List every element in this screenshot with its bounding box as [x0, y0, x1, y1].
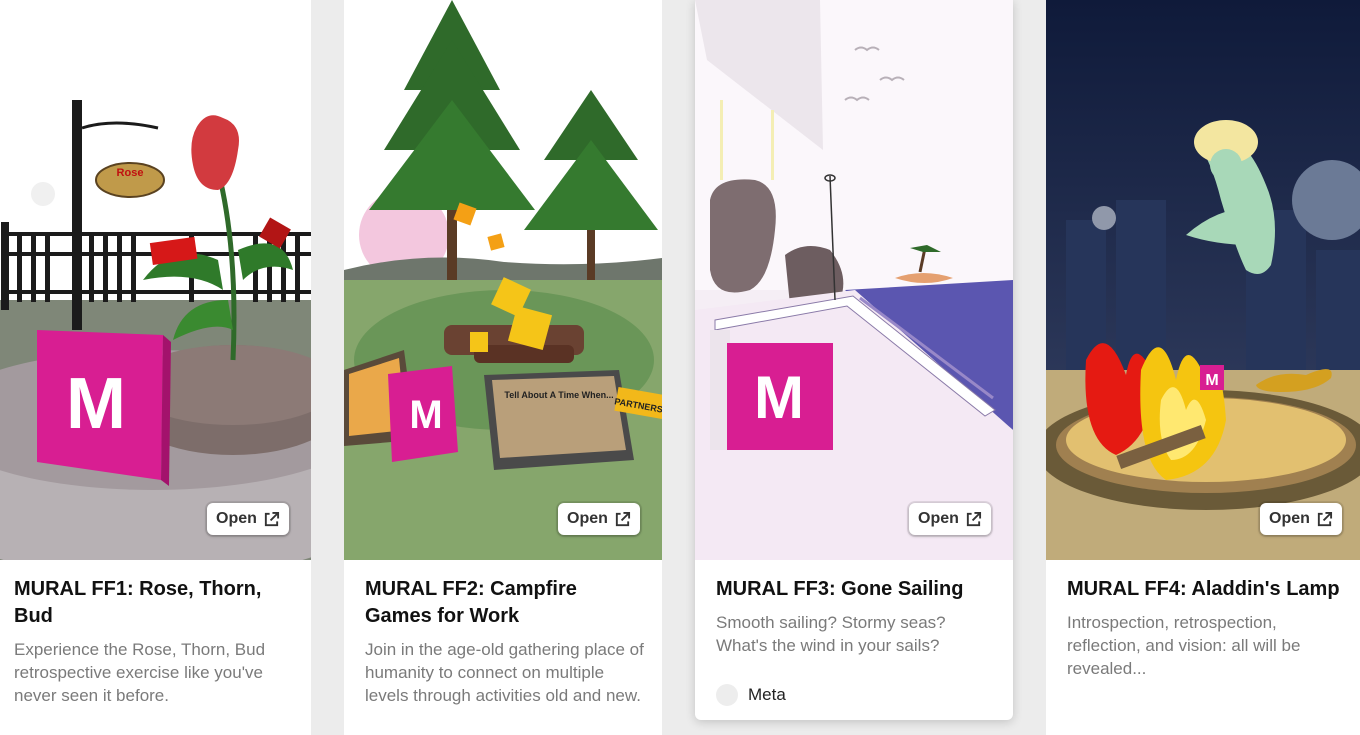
card-title[interactable]: MURAL FF2: Campfire Games for Work: [365, 576, 645, 630]
external-link-icon: [966, 511, 981, 526]
experience-card-2[interactable]: Tell About A Time When... PARTNERSH M Op…: [344, 0, 662, 735]
open-button-label: Open: [1269, 510, 1310, 527]
experience-card-3[interactable]: M Open MURAL FF3: Gone Sailing Smooth sa…: [695, 0, 1013, 720]
open-button[interactable]: Open: [909, 503, 991, 535]
mural-logo-icon: M: [1205, 372, 1218, 389]
external-link-icon: [264, 511, 279, 526]
plaque-text: Tell About A Time When...: [504, 390, 613, 400]
open-button-label: Open: [216, 510, 257, 527]
open-button[interactable]: Open: [558, 503, 640, 535]
card-thumbnail: M: [695, 0, 1013, 560]
card-title[interactable]: MURAL FF3: Gone Sailing: [716, 576, 996, 603]
mural-logo-icon: M: [754, 364, 804, 431]
external-link-icon: [615, 511, 630, 526]
card-description: Experience the Rose, Thorn, Bud retrospe…: [14, 640, 266, 705]
card-author: Meta: [716, 684, 786, 706]
open-button[interactable]: Open: [207, 503, 289, 535]
card-thumbnail: Tell About A Time When... PARTNERSH M: [344, 0, 662, 560]
external-link-icon: [1317, 511, 1332, 526]
card-title[interactable]: MURAL FF4: Aladdin's Lamp: [1067, 576, 1347, 603]
mural-logo-icon: M: [66, 364, 126, 444]
card-thumbnail: M: [1046, 0, 1360, 560]
experience-card-1[interactable]: Rose M Open MURAL FF1: Rose, Thorn, Bud …: [0, 0, 311, 735]
experience-card-4[interactable]: M Open MURAL FF4: Aladdin's Lamp Introsp…: [1046, 0, 1360, 735]
card-title[interactable]: MURAL FF1: Rose, Thorn, Bud: [14, 576, 294, 630]
rose-sign-text: Rose: [117, 167, 144, 179]
open-button[interactable]: Open: [1260, 503, 1342, 535]
card-description: Smooth sailing? Stormy seas? What's the …: [716, 613, 946, 655]
mural-logo-icon: M: [409, 393, 442, 437]
author-name: Meta: [748, 685, 786, 704]
open-button-label: Open: [918, 510, 959, 527]
card-description: Join in the age-old gathering place of h…: [365, 640, 644, 705]
card-description: Introspection, retrospection, reflection…: [1067, 613, 1301, 678]
author-avatar: [716, 684, 738, 706]
open-button-label: Open: [567, 510, 608, 527]
card-thumbnail: Rose M: [0, 0, 311, 560]
